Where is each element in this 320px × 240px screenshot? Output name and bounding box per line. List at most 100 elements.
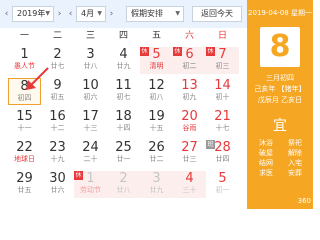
day-number: 2 — [53, 47, 62, 62]
day-number: 16 — [49, 109, 66, 124]
calendar-day[interactable]: 16 十二 — [41, 109, 74, 136]
lunar-label: 谷雨 — [182, 124, 197, 132]
calendar-day[interactable]: 20 谷雨 — [173, 109, 206, 136]
calendar-day[interactable]: 4 三十 — [173, 171, 206, 198]
lunar-label: 廿八 — [83, 62, 98, 70]
month-select-value: 4月 — [81, 9, 95, 18]
calendar-day[interactable]: 24 二十 — [74, 140, 107, 167]
calendar-day[interactable]: 21 十七 — [206, 109, 239, 136]
calendar-day[interactable]: 休 6 初二 — [173, 47, 206, 74]
day-number: 12 — [148, 78, 165, 93]
calendar-day[interactable]: 4 廿九 — [107, 47, 140, 74]
calendar-day[interactable]: 26 廿二 — [140, 140, 173, 167]
today-button[interactable]: 返回今天 — [192, 6, 242, 22]
chevron-down-icon: ▼ — [45, 10, 50, 17]
yi-items-left: 沐浴 破屋 结网 求医 — [252, 138, 280, 178]
weekday-label: 二 — [52, 31, 62, 41]
calendar-day[interactable]: 27 廿三 — [173, 140, 206, 167]
work-day-badge: 班 — [206, 140, 215, 149]
day-number: 24 — [82, 140, 99, 155]
lunar-label: 廿九 — [149, 186, 164, 194]
calendar-day[interactable]: 休 7 初三 — [206, 47, 239, 74]
calendar-day[interactable]: 18 十四 — [107, 109, 140, 136]
weekday-label: 五 — [151, 31, 161, 41]
lunar-label: 廿四 — [215, 155, 230, 163]
month-select[interactable]: 4月 ▼ — [76, 6, 106, 22]
day-number: 27 — [181, 140, 198, 155]
yi-item: 结网 — [259, 159, 273, 167]
big-day-number: 8 — [260, 27, 300, 67]
calendar-day[interactable]: 22 地球日 — [8, 140, 41, 167]
weekday-label: 日 — [217, 31, 227, 41]
yi-item: 入宅 — [288, 159, 302, 167]
rest-day-badge: 休 — [140, 47, 149, 56]
calendar-day[interactable]: 25 廿一 — [107, 140, 140, 167]
calendar-day[interactable]: 30 廿六 — [41, 171, 74, 198]
day-number: 18 — [115, 109, 132, 124]
lunar-label: 廿五 — [17, 186, 32, 194]
calendar-day[interactable]: 11 初七 — [107, 78, 140, 105]
calendar-day[interactable]: 10 初六 — [74, 78, 107, 105]
ganzhi-day: 戊辰月 乙亥日 — [257, 96, 303, 104]
calendar-day[interactable]: 5 初一 — [206, 171, 239, 198]
lunar-label: 地球日 — [14, 155, 35, 163]
calendar-day[interactable]: 13 初九 — [173, 78, 206, 105]
yi-item: 沐浴 — [259, 139, 273, 147]
yi-item: 解除 — [288, 149, 302, 157]
calendar-day[interactable]: 12 初八 — [140, 78, 173, 105]
yi-items-right: 祭祀 解除 入宅 安葬 — [281, 138, 309, 178]
weekday-header: 一二三四五六日 — [0, 28, 247, 45]
day-number: 15 — [16, 109, 33, 124]
prev-year-arrow-icon[interactable]: ‹ — [2, 6, 11, 22]
day-number: 29 — [16, 171, 33, 186]
calendar-day[interactable]: 14 初十 — [206, 78, 239, 105]
lunar-label: 十九 — [50, 155, 65, 163]
prev-month-arrow-icon[interactable]: ‹ — [66, 6, 75, 22]
red-pointer-arrow-icon — [26, 67, 49, 90]
holiday-select[interactable]: 假期安排 ▼ — [126, 6, 184, 22]
lunar-label: 廿六 — [50, 186, 65, 194]
lunar-label: 清明 — [149, 62, 164, 70]
calendar-day[interactable]: 17 十三 — [74, 109, 107, 136]
yi-item: 求医 — [259, 169, 273, 177]
lunar-label: 十七 — [215, 124, 230, 132]
calendar-day[interactable]: 29 廿五 — [8, 171, 41, 198]
lunar-label: 初十 — [215, 93, 230, 101]
day-number: 14 — [214, 78, 231, 93]
calendar-day[interactable]: 2 廿八 — [107, 171, 140, 198]
lunar-label: 劳动节 — [80, 186, 101, 194]
calendar-day[interactable]: 班 28 廿四 — [206, 140, 239, 167]
day-number: 21 — [214, 109, 231, 124]
lunar-label: 初四 — [17, 94, 32, 102]
lunar-label: 十二 — [50, 124, 65, 132]
calendar-day[interactable]: 休 1 劳动节 — [74, 171, 107, 198]
year-select[interactable]: 2019年 ▼ — [12, 6, 54, 22]
rest-day-badge: 休 — [206, 47, 215, 56]
lunar-label: 十一 — [17, 124, 32, 132]
calendar-day[interactable]: 3 廿九 — [140, 171, 173, 198]
lunar-label: 十四 — [116, 124, 131, 132]
next-year-arrow-icon[interactable]: › — [55, 6, 64, 22]
lunar-label: 初八 — [149, 93, 164, 101]
day-number: 4 — [185, 171, 194, 186]
day-number: 4 — [119, 47, 128, 62]
weekday-label: 一 — [19, 31, 29, 41]
next-month-arrow-icon[interactable]: › — [107, 6, 116, 22]
lunar-label: 二十 — [83, 155, 98, 163]
calendar-day[interactable]: 23 十九 — [41, 140, 74, 167]
day-detail-panel: 2019-04-08 星期一 8 三月初四 己亥年 【猪年】 戊辰月 乙亥日 宜… — [247, 0, 313, 209]
lunar-label: 三十 — [182, 186, 197, 194]
lunar-date: 三月初四 — [266, 74, 294, 82]
calendar-day[interactable]: 15 十一 — [8, 109, 41, 136]
day-number: 3 — [86, 47, 95, 62]
day-number: 20 — [181, 109, 198, 124]
holiday-select-value: 假期安排 — [131, 9, 163, 18]
calendar-day[interactable]: 休 5 清明 — [140, 47, 173, 74]
ganzhi-year: 己亥年 【猪年】 — [254, 85, 306, 93]
lunar-label: 初一 — [215, 186, 230, 194]
lunar-label: 廿二 — [149, 155, 164, 163]
day-number: 17 — [82, 109, 99, 124]
calendar-day[interactable]: 3 廿八 — [74, 47, 107, 74]
calendar-day[interactable]: 19 十五 — [140, 109, 173, 136]
today-button-label: 返回今天 — [201, 9, 233, 18]
